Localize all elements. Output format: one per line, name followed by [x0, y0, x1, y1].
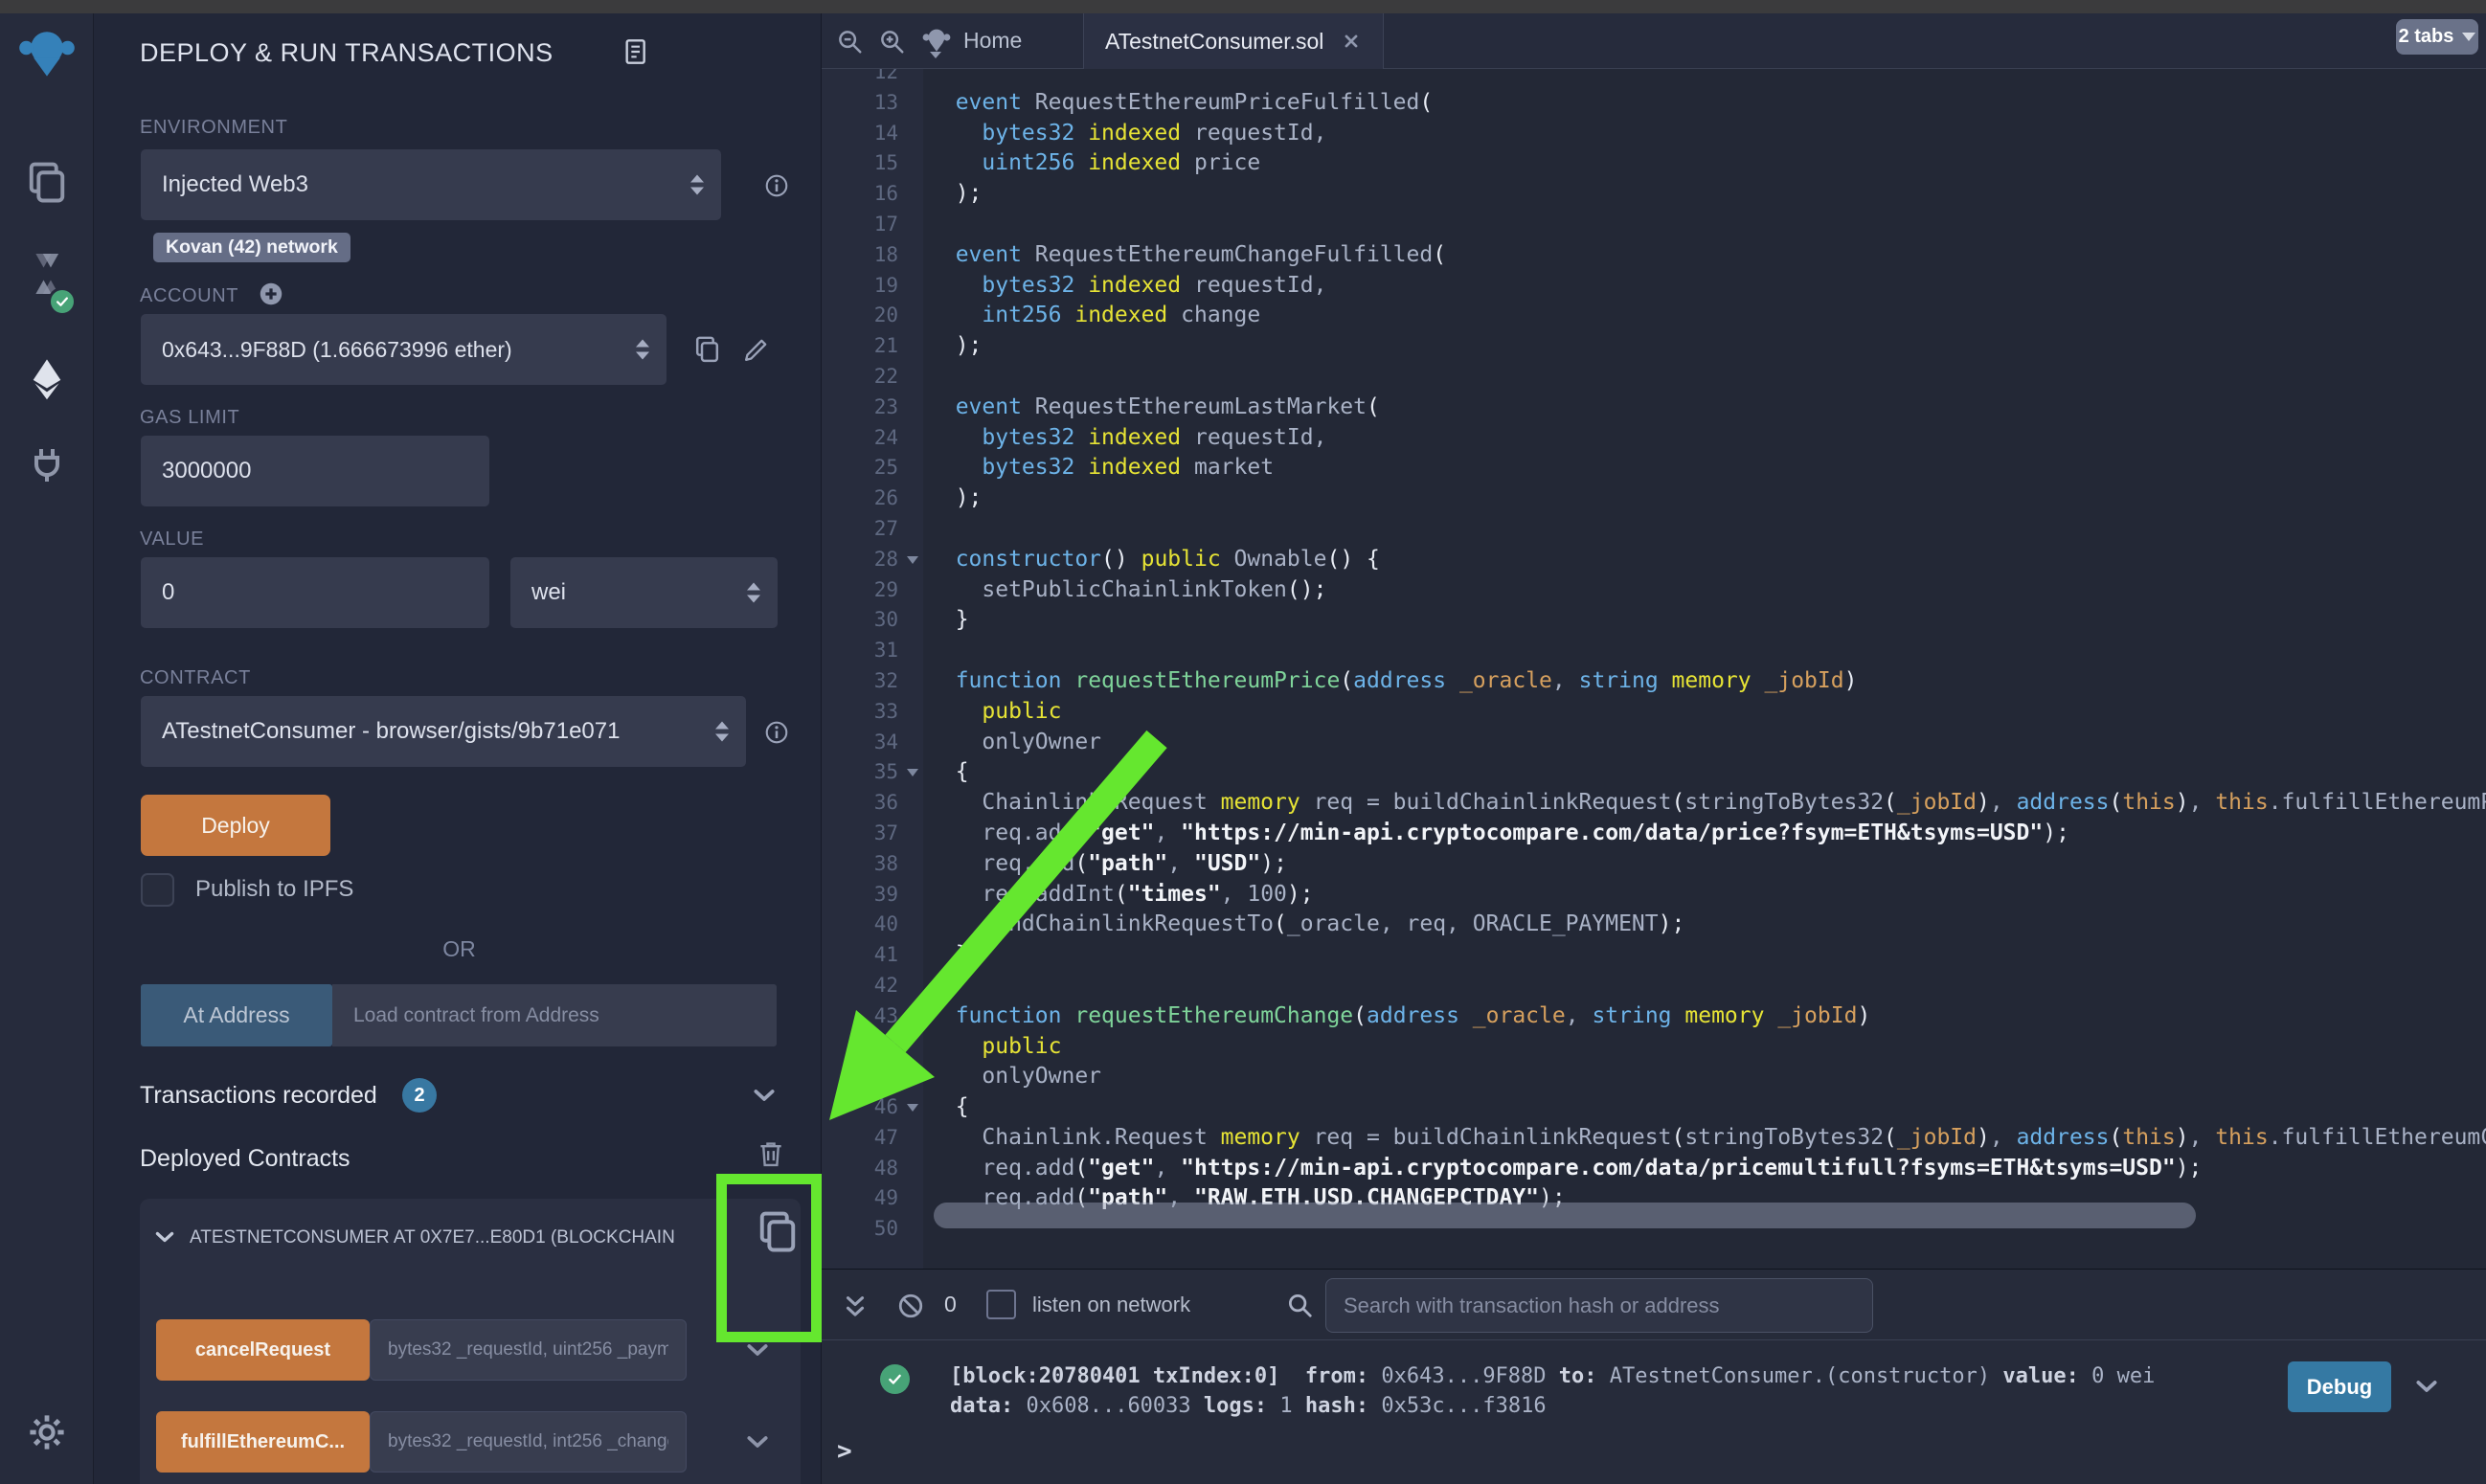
transactions-count-badge: 2 — [402, 1078, 437, 1113]
chevron-down-icon — [2462, 33, 2475, 41]
transaction-log[interactable]: [block:20780401 txIndex:0] from: 0x643..… — [950, 1361, 2155, 1421]
file-explorer-icon[interactable] — [22, 157, 72, 207]
value-label: VALUE — [140, 528, 204, 551]
tx-success-badge — [880, 1364, 910, 1394]
value-unit-select[interactable]: wei — [510, 557, 778, 628]
cancel-request-button[interactable]: cancelRequest — [156, 1319, 370, 1381]
code-lines[interactable]: event RequestEthereumPriceFulfilled( byt… — [925, 57, 2486, 1269]
check-icon — [886, 1370, 904, 1388]
deploy-run-icon[interactable] — [22, 354, 72, 404]
value-input[interactable] — [141, 557, 489, 628]
icon-rail — [0, 13, 94, 1484]
tab-home[interactable]: Home — [963, 28, 1022, 54]
tabs-menu-button[interactable]: 2 tabs — [2396, 19, 2478, 55]
publish-ipfs-checkbox[interactable] — [141, 873, 174, 907]
horizontal-scrollbar[interactable] — [934, 1203, 2196, 1228]
publish-ipfs-label: Publish to IPFS — [195, 876, 353, 903]
editor-gutter-lines: 1213141516171819202122232425262728293031… — [822, 57, 923, 1245]
search-icon — [1285, 1291, 1314, 1319]
select-steppers-icon — [636, 340, 649, 360]
terminal-search-input[interactable] — [1325, 1278, 1873, 1333]
pending-tx-count: 0 — [944, 1292, 957, 1317]
tab-atestnetconsumer[interactable]: ATestnetConsumer.sol — [1083, 13, 1384, 69]
account-select[interactable]: 0x643...9F88D (1.666673996 ether) — [141, 314, 667, 385]
select-steppers-icon — [690, 175, 704, 195]
select-steppers-icon — [712, 722, 729, 742]
copy-account-icon[interactable] — [691, 333, 723, 365]
terminal-toolbar: 0 listen on network — [822, 1270, 2486, 1340]
terminal-prompt[interactable]: > — [837, 1437, 852, 1466]
transactions-recorded-label: Transactions recorded — [140, 1082, 377, 1110]
environment-info-icon[interactable] — [763, 172, 790, 199]
select-steppers-icon — [747, 583, 760, 603]
home-tab-logo-icon — [921, 24, 952, 55]
deployed-contracts-label: Deployed Contracts — [140, 1145, 350, 1173]
account-label: ACCOUNT — [140, 285, 238, 307]
deploy-button[interactable]: Deploy — [141, 795, 330, 856]
transactions-chevron-down-icon[interactable] — [749, 1080, 780, 1111]
contract-expand-chevron-icon[interactable] — [151, 1224, 178, 1250]
remix-logo-icon — [16, 21, 78, 82]
listen-network-checkbox[interactable] — [986, 1290, 1016, 1319]
zoom-in-icon[interactable] — [877, 27, 906, 56]
terminal: 0 listen on network [block:20780401 txIn… — [822, 1269, 2486, 1484]
or-divider: OR — [141, 936, 778, 962]
window-top-edge — [0, 0, 2486, 13]
gas-limit-label: GAS LIMIT — [140, 407, 239, 429]
settings-gear-icon[interactable] — [26, 1411, 68, 1453]
contract-select[interactable]: ATestnetConsumer - browser/gists/9b71e07… — [141, 696, 746, 767]
page-title: DEPLOY & RUN TRANSACTIONS — [140, 38, 554, 68]
log-expand-chevron-icon[interactable] — [2411, 1371, 2442, 1402]
contract-label: CONTRACT — [140, 667, 251, 689]
zoom-out-icon[interactable] — [835, 27, 864, 56]
listen-network-label: listen on network — [1032, 1293, 1190, 1317]
compile-success-badge — [48, 287, 77, 316]
cancel-request-params-input[interactable] — [370, 1319, 687, 1381]
add-account-icon[interactable] — [257, 280, 285, 308]
check-icon — [54, 293, 71, 310]
remix-ide-window: DEPLOY & RUN TRANSACTIONS ENVIRONMENT In… — [0, 0, 2486, 1484]
deployed-contract-header[interactable]: ATESTNETCONSUMER AT 0X7E7...E80D1 (BLOCK… — [190, 1227, 735, 1248]
environment-select[interactable]: Injected Web3 — [141, 149, 721, 220]
clear-instances-trash-icon[interactable] — [755, 1137, 787, 1170]
expand-terminal-double-chevron-icon[interactable] — [841, 1293, 870, 1321]
caret-down-icon — [930, 52, 941, 58]
contract-info-icon[interactable] — [763, 719, 790, 746]
plugin-manager-icon[interactable] — [24, 442, 70, 488]
documentation-icon[interactable] — [621, 36, 651, 67]
at-address-button[interactable]: At Address — [141, 984, 332, 1046]
annotation-green-box — [716, 1174, 822, 1342]
sign-message-icon[interactable] — [741, 335, 771, 365]
debug-button[interactable]: Debug — [2288, 1361, 2391, 1412]
network-badge: Kovan (42) network — [153, 233, 350, 262]
close-tab-icon[interactable] — [1341, 31, 1362, 52]
fulfill-ethereum-button[interactable]: fulfillEthereumC... — [156, 1411, 370, 1473]
editor-tab-bar: Home ATestnetConsumer.sol 2 tabs — [822, 13, 2486, 69]
expand-params-chevron-icon[interactable] — [742, 1427, 773, 1457]
fulfill-ethereum-params-input[interactable] — [370, 1411, 687, 1473]
clear-console-ban-icon[interactable] — [896, 1292, 925, 1320]
environment-label: ENVIRONMENT — [140, 117, 287, 139]
gas-limit-input[interactable] — [141, 436, 489, 506]
at-address-input[interactable] — [332, 984, 777, 1046]
